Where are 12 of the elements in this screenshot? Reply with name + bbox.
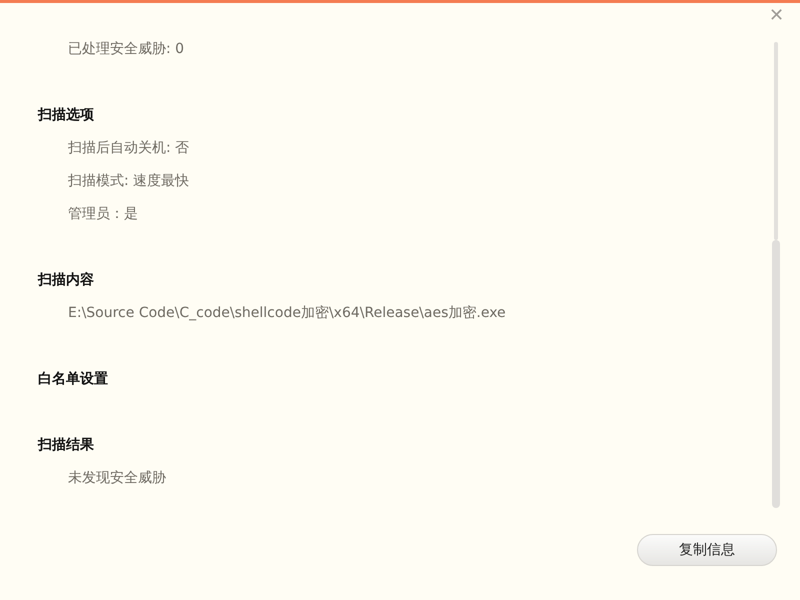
section-heading: 扫描内容	[38, 270, 94, 290]
section-heading: 扫描选项	[38, 106, 94, 125]
info-line: 扫描模式: 速度最快	[68, 172, 190, 191]
info-line: 已处理安全威胁: 0	[68, 40, 184, 59]
info-line: 扫描后自动关机: 否	[68, 139, 190, 158]
info-line: 管理员：是	[68, 205, 138, 224]
copy-info-button[interactable]: 复制信息	[637, 534, 777, 566]
info-line: 未发现安全威胁	[68, 469, 166, 488]
scrollbar-thumb[interactable]	[772, 240, 780, 508]
section-heading: 扫描结果	[38, 436, 94, 455]
section-heading: 白名单设置	[38, 370, 108, 389]
info-line: E:\Source Code\C_code\shellcode加密\x64\Release\aes加密.exe	[68, 304, 506, 323]
